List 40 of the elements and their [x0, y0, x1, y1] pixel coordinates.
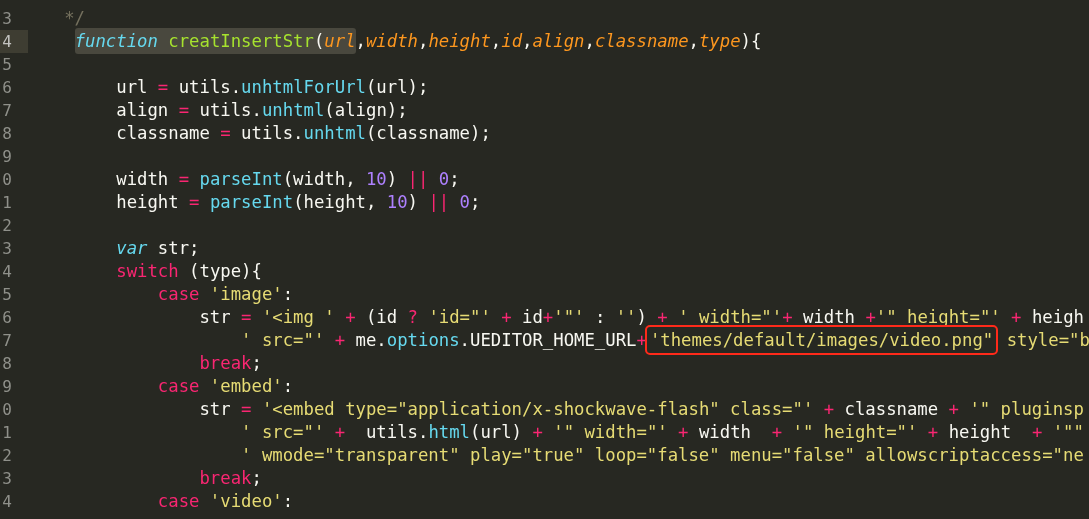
line-number: 1: [1, 422, 13, 444]
line-number: 9: [1, 376, 13, 398]
line-number: 3: [1, 8, 13, 30]
line-number: 2: [1, 215, 13, 237]
line-number: 8: [1, 353, 13, 375]
line-number: 4: [1, 491, 13, 513]
code-line: ' wmode="transparent" play="true" loop="false" menu="false" allowscriptaccess="ne: [240, 444, 1084, 467]
code-line: break;: [198, 352, 262, 375]
line-number: 8: [1, 123, 13, 145]
line-number: 1: [1, 192, 13, 214]
line-number: 4: [1, 261, 13, 283]
line-number: 7: [1, 330, 13, 352]
code-line: str = '<embed type="application/x-shockwave-flash" class="' + classname + '" pluginsp: [198, 398, 1084, 421]
code-line: break;: [198, 467, 262, 490]
code-line: case 'image':: [156, 283, 294, 306]
code-line: classname = utils.unhtml(classname);: [115, 122, 491, 145]
code-line: height = parseInt(height, 10) || 0;: [115, 191, 481, 214]
code-line: width = parseInt(width, 10) || 0;: [115, 168, 460, 191]
line-number: 4: [0, 30, 28, 53]
line-number: 5: [1, 54, 13, 76]
code-line: function creatInsertStr(url,width,height,id,align,classname,type){: [33, 30, 762, 53]
line-number: 9: [1, 146, 13, 168]
line-number: 6: [1, 307, 13, 329]
code-line: case 'embed':: [156, 375, 294, 398]
code-line: */: [63, 7, 86, 30]
line-number: 3: [1, 468, 13, 490]
line-number: 6: [1, 77, 13, 99]
line-number: 0: [1, 169, 13, 191]
line-number: 5: [1, 284, 13, 306]
code-line: var str;: [115, 237, 200, 260]
line-number: 3: [1, 238, 13, 260]
code-line: url = utils.unhtmlForUrl(url);: [115, 76, 429, 99]
code-line: case 'video':: [156, 490, 294, 513]
code-line: align = utils.unhtml(align);: [115, 99, 408, 122]
line-number: 0: [1, 399, 13, 421]
line-number: 2: [1, 445, 13, 467]
code-line: switch (type){: [115, 260, 262, 283]
code-line: ' src="' + utils.html(url) + '" width="' + width + '" height="' + height + '"": [240, 421, 1084, 444]
line-number: 7: [1, 100, 13, 122]
code-line: str = '<img ' + (id ? 'id="' + id+'"' : '') + ' width="'+ width +'" height="' + heigh: [198, 306, 1084, 329]
